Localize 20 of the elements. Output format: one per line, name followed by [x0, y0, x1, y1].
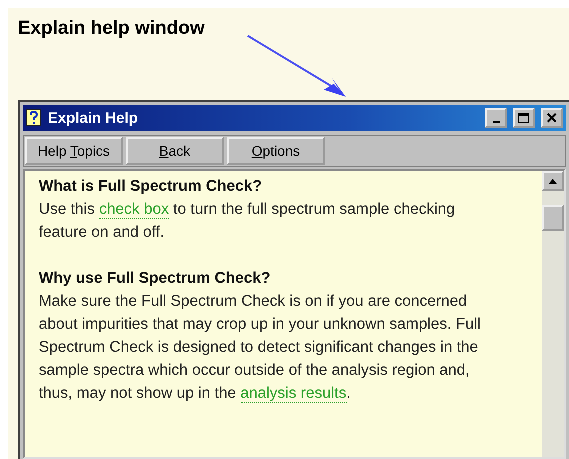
caption: Explain help window: [18, 18, 205, 39]
toolbar-button[interactable]: Options: [227, 137, 325, 165]
section-heading: What is Full Spectrum Check?: [39, 177, 264, 197]
close-button[interactable]: [541, 108, 563, 128]
toolbar-button[interactable]: Back: [126, 137, 224, 165]
toolbar-button[interactable]: Help Topics: [25, 137, 123, 165]
help-icon: [26, 109, 42, 127]
maximize-icon: [518, 112, 530, 124]
section-heading: Why use Full Spectrum Check?: [39, 269, 272, 289]
paragraph: Make sure the Full Spectrum Check is on if you are concerned about impurities that may crop up in your unknown samples. Full Spectrum Check is designed to detect significant changes in the sample spectra which occur outside of the analysis region and, thus, may not show up in the analysis results.: [39, 292, 482, 405]
scroll-up-button[interactable]: [542, 171, 564, 191]
close-icon: [547, 113, 557, 123]
paragraph: Use this check box to turn the full spectrum sample checking feature on and off.: [39, 200, 456, 243]
scrollbar[interactable]: [542, 171, 564, 457]
up-arrow-icon: [549, 178, 557, 184]
window-title: Explain Help: [48, 110, 140, 126]
minimize-button[interactable]: [485, 108, 507, 128]
maximize-button[interactable]: [513, 108, 535, 128]
minimize-icon: [492, 121, 500, 123]
scroll-thumb[interactable]: [542, 205, 564, 231]
